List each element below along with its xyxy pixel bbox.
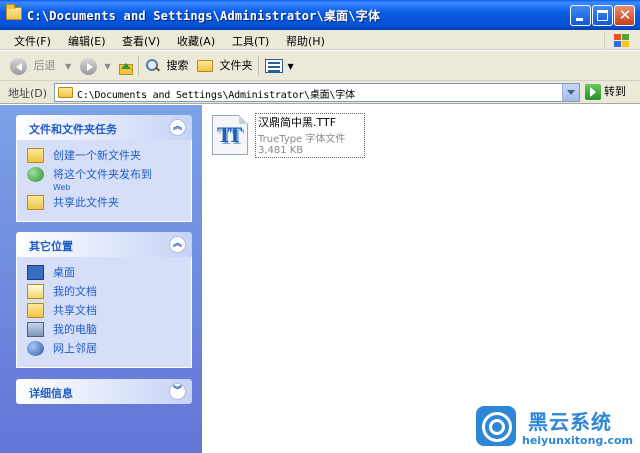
- search-button[interactable]: 搜索: [146, 56, 189, 76]
- place-network[interactable]: 网上邻居: [27, 340, 191, 359]
- place-my-computer[interactable]: 我的电脑: [27, 321, 191, 340]
- views-icon: [265, 59, 283, 73]
- place-shared-documents[interactable]: 共享文档: [27, 302, 191, 321]
- new-folder-icon: [27, 148, 44, 163]
- panel-header[interactable]: 文件和文件夹任务 ︽: [16, 115, 192, 140]
- menu-edit[interactable]: 编辑(E): [68, 33, 106, 49]
- forward-arrow-icon: [80, 57, 97, 75]
- panel-title: 文件和文件夹任务: [29, 123, 117, 136]
- spiral-logo-icon: [476, 406, 516, 446]
- my-computer-icon: [27, 322, 44, 337]
- place-desktop[interactable]: 桌面: [27, 264, 191, 283]
- maximize-button[interactable]: [592, 5, 613, 26]
- windows-logo-icon: [604, 31, 634, 49]
- details-panel: 详细信息 ︾: [16, 379, 192, 404]
- forward-button[interactable]: ▼: [80, 56, 111, 76]
- desktop-icon: [27, 265, 44, 280]
- network-places-icon: [27, 341, 44, 356]
- go-arrow-icon: [585, 84, 601, 100]
- publish-web-icon: [27, 167, 44, 182]
- title-bar[interactable]: C:\Documents and Settings\Administrator\…: [0, 0, 640, 30]
- minimize-button[interactable]: [570, 5, 591, 26]
- up-button[interactable]: [117, 56, 133, 76]
- place-my-documents[interactable]: 我的文档: [27, 283, 191, 302]
- folder-up-icon: [117, 58, 133, 75]
- file-size: 3,481 KB: [258, 145, 304, 156]
- panel-body: 创建一个新文件夹 将这个文件夹发布到 Web 共享此文件夹: [16, 140, 192, 222]
- views-dropdown-icon: ▼: [287, 62, 294, 71]
- toolbar: 后退 ▼ ▼ 搜索 文件夹 ▼: [0, 51, 640, 81]
- address-value: C:\Documents and Settings\Administrator\…: [77, 90, 355, 101]
- my-documents-icon: [27, 284, 44, 299]
- search-icon: [146, 59, 160, 73]
- address-input[interactable]: C:\Documents and Settings\Administrator\…: [54, 83, 580, 102]
- file-label: 汉鼎简中黑.TTF TrueType 字体文件 3,481 KB: [255, 113, 365, 158]
- panel-title: 详细信息: [29, 387, 73, 400]
- panel-title: 其它位置: [29, 240, 73, 253]
- toolbar-divider: [138, 56, 139, 76]
- folders-button[interactable]: 文件夹: [197, 56, 253, 76]
- window-title: C:\Documents and Settings\Administrator\…: [27, 9, 381, 23]
- menu-help[interactable]: 帮助(H): [286, 33, 325, 49]
- menu-file[interactable]: 文件(F): [14, 33, 51, 49]
- minimize-icon: [576, 18, 583, 21]
- share-folder-icon: [27, 195, 44, 210]
- menu-bar: 文件(F) 编辑(E) 查看(V) 收藏(A) 工具(T) 帮助(H): [0, 30, 640, 50]
- forward-dropdown-icon[interactable]: ▼: [105, 62, 111, 71]
- menu-tools[interactable]: 工具(T): [232, 33, 269, 49]
- expand-chevron-icon[interactable]: ︾: [169, 383, 186, 400]
- maximize-icon: [597, 10, 608, 21]
- views-button[interactable]: ▼: [265, 56, 294, 76]
- address-label: 地址(D): [8, 87, 48, 100]
- folders-icon: [197, 60, 213, 72]
- panel-body: 桌面 我的文档 共享文档 我的电脑 网上邻居: [16, 257, 192, 368]
- back-dropdown-icon[interactable]: ▼: [65, 62, 71, 71]
- folder-icon: [58, 87, 73, 98]
- go-button[interactable]: 转到: [585, 83, 626, 102]
- close-icon: ✕: [618, 6, 632, 24]
- panel-header[interactable]: 其它位置 ︽: [16, 232, 192, 257]
- task-pane: 文件和文件夹任务 ︽ 创建一个新文件夹 将这个文件夹发布到 Web 共享此文件夹…: [0, 105, 202, 453]
- close-button[interactable]: ✕: [614, 5, 635, 26]
- task-new-folder[interactable]: 创建一个新文件夹: [27, 147, 191, 166]
- other-places-panel: 其它位置 ︽ 桌面 我的文档 共享文档 我的电脑 网上邻居: [16, 232, 192, 368]
- collapse-chevron-icon[interactable]: ︽: [169, 119, 186, 136]
- watermark: 黑云系统 heiyunxitong.com: [474, 405, 640, 453]
- watermark-url: heiyunxitong.com: [522, 434, 633, 447]
- watermark-title: 黑云系统: [528, 410, 612, 434]
- menu-view[interactable]: 查看(V): [122, 33, 160, 49]
- task-publish-web[interactable]: 将这个文件夹发布到 Web: [27, 166, 191, 194]
- panel-header[interactable]: 详细信息 ︾: [16, 379, 192, 404]
- file-folder-tasks-panel: 文件和文件夹任务 ︽ 创建一个新文件夹 将这个文件夹发布到 Web 共享此文件夹: [16, 115, 192, 222]
- address-bar: 地址(D) C:\Documents and Settings\Administ…: [0, 81, 640, 104]
- address-dropdown-icon[interactable]: [562, 84, 579, 101]
- file-type: TrueType 字体文件: [258, 134, 346, 145]
- folder-icon: [6, 4, 22, 20]
- file-name: 汉鼎简中黑.TTF: [258, 116, 337, 129]
- shared-documents-icon: [27, 303, 44, 318]
- file-list-area[interactable]: TT 汉鼎简中黑.TTF TrueType 字体文件 3,481 KB: [202, 105, 640, 453]
- task-share-folder[interactable]: 共享此文件夹: [27, 194, 191, 213]
- toolbar-divider: [258, 56, 259, 76]
- truetype-font-icon: TT: [212, 115, 248, 155]
- menu-favorites[interactable]: 收藏(A): [177, 33, 215, 49]
- back-arrow-icon: [10, 57, 27, 75]
- back-button[interactable]: 后退 ▼: [10, 56, 71, 76]
- collapse-chevron-icon[interactable]: ︽: [169, 236, 186, 253]
